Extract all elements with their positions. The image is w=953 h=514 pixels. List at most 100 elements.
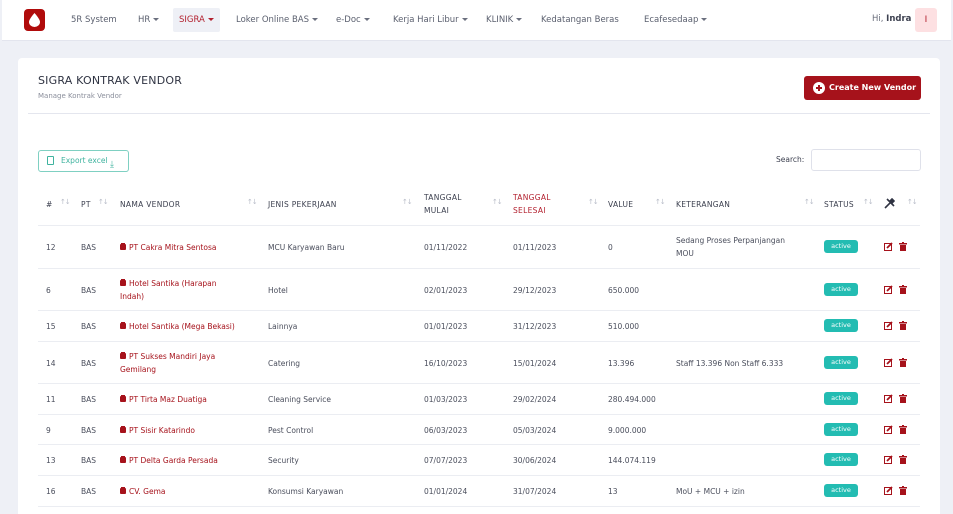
col-header-note[interactable]: KETERANGAN (676, 198, 730, 211)
status-badge: active (824, 422, 858, 436)
sort-icon[interactable]: ↑↓ (863, 198, 874, 206)
note-line2: MOU (676, 249, 694, 258)
chevron-down-icon (516, 18, 523, 21)
trash-icon[interactable] (899, 321, 907, 330)
nav-ecafesedaap[interactable]: Ecafesedaap (638, 8, 713, 32)
vendor-link[interactable]: PT Cakra Mitra Sentosa (120, 241, 245, 254)
edit-icon[interactable] (884, 455, 893, 464)
col-header-end[interactable]: TANGGAL SELESAI (513, 191, 551, 217)
app-logo[interactable] (24, 9, 45, 31)
nav-kedatangan-beras[interactable]: Kedatangan Beras (535, 8, 625, 32)
building-icon (120, 351, 126, 359)
vendor-name-line2: Gemilang (120, 364, 157, 374)
sort-icon[interactable]: ↑↓ (402, 198, 413, 206)
create-new-vendor-button[interactable]: Create New Vendor (804, 76, 921, 100)
col-header-vendor[interactable]: NAMA VENDOR (120, 198, 180, 211)
col-header-job[interactable]: JENIS PEKERJAAN (268, 198, 337, 211)
col-header-no[interactable]: # (46, 198, 53, 211)
cell-pt: BAS (81, 358, 97, 368)
cell-value: 13.396 (608, 358, 635, 368)
sort-icon[interactable]: ↑↓ (804, 198, 815, 206)
search-input[interactable] (811, 149, 921, 171)
cell-end-date: 05/03/2024 (513, 425, 557, 435)
col-header-status[interactable]: STATUS (824, 198, 854, 211)
trash-icon[interactable] (899, 486, 907, 495)
cell-no: 15 (46, 322, 56, 331)
avatar[interactable]: I (915, 8, 937, 32)
cell-end-date: 29/02/2024 (513, 395, 557, 404)
vendor-name-line1: Hotel Santika (Mega Bekasi) (129, 322, 235, 331)
nav-sigra[interactable]: SIGRA (173, 8, 220, 32)
cell-no: 14 (46, 358, 56, 368)
cell-job: Cleaning Service (268, 395, 331, 404)
vendor-link[interactable]: PT Sukses Mandiri Jaya Gemilang (120, 350, 245, 376)
col-header-end-line1: TANGGAL (513, 193, 551, 202)
status-badge: active (824, 282, 858, 296)
nav-loker-online-bas[interactable]: Loker Online BAS (230, 8, 324, 32)
drop-icon (29, 13, 40, 27)
cell-start-date: 07/07/2023 (424, 456, 468, 465)
sort-icon[interactable]: ↑↓ (588, 198, 599, 206)
sort-icon[interactable]: ↑↓ (60, 198, 71, 206)
vendor-name-line1: PT Sukses Mandiri Jaya (129, 351, 216, 361)
edit-icon[interactable] (884, 242, 893, 251)
trash-icon[interactable] (899, 284, 907, 294)
col-header-pt[interactable]: PT (81, 198, 91, 211)
sort-icon[interactable]: ↑↓ (907, 198, 918, 206)
trash-icon[interactable] (899, 357, 907, 367)
export-button-label: Export excel (61, 156, 108, 165)
user-name: Indra (886, 14, 912, 24)
cell-no: 11 (46, 395, 56, 404)
col-header-start[interactable]: TANGGAL MULAI (424, 191, 462, 217)
cell-value: 510.000 (608, 322, 640, 331)
col-header-value[interactable]: VALUE (608, 198, 633, 211)
export-excel-button[interactable]: Export excel ⤓ (38, 150, 129, 172)
trash-icon[interactable] (899, 242, 907, 251)
edit-icon[interactable] (884, 284, 893, 294)
vendor-link[interactable]: Hotel Santika (Mega Bekasi) (120, 320, 245, 333)
sort-icon[interactable]: ↑↓ (247, 198, 258, 206)
vendor-link[interactable]: PT Delta Garda Persada (120, 454, 245, 467)
building-icon (120, 278, 126, 286)
row-divider (38, 383, 920, 384)
vendor-link[interactable]: Hotel Santika (Harapan Indah) (120, 277, 245, 303)
vendor-name-line1: PT Sisir Katarindo (129, 425, 195, 435)
sort-icon[interactable]: ↑↓ (98, 198, 109, 206)
nav-e-doc[interactable]: e-Doc (330, 8, 376, 32)
edit-icon[interactable] (884, 486, 893, 495)
cell-end-date: 31/07/2024 (513, 487, 557, 496)
vendor-link[interactable]: PT Sisir Katarindo (120, 424, 245, 437)
row-divider (38, 341, 920, 342)
sort-icon[interactable]: ↑↓ (492, 198, 503, 206)
nav-5r-system[interactable]: 5R System (65, 8, 123, 32)
cell-job: Lainnya (268, 322, 298, 331)
vendor-link[interactable]: PT Tirta Maz Duatiga (120, 393, 245, 406)
cell-no: 12 (46, 243, 56, 252)
building-icon (120, 322, 126, 329)
nav-kerja-hari-libur[interactable]: Kerja Hari Libur (387, 8, 474, 32)
edit-icon[interactable] (884, 321, 893, 330)
trash-icon[interactable] (899, 455, 907, 464)
edit-icon[interactable] (884, 357, 893, 367)
edit-icon[interactable] (884, 424, 893, 434)
download-icon: ⤓ (110, 160, 114, 170)
edit-icon[interactable] (884, 394, 893, 403)
nav-klinik[interactable]: KLINIK (480, 8, 528, 32)
note-line1: Sedang Proses Perpanjangan (676, 236, 785, 245)
sort-icon[interactable]: ↑↓ (655, 198, 666, 206)
cell-pt: BAS (81, 487, 97, 496)
cell-note: Staff 13.396 Non Staff 6.333 (676, 357, 806, 370)
cell-note: MoU + MCU + izin (676, 485, 806, 498)
building-icon (120, 487, 126, 494)
cell-job: Pest Control (268, 425, 314, 435)
vendor-name-line1: PT Cakra Mitra Sentosa (129, 243, 217, 252)
cell-no: 6 (46, 285, 51, 295)
cell-pt: BAS (81, 425, 97, 435)
cell-start-date: 06/03/2023 (424, 425, 468, 435)
cell-start-date: 01/11/2022 (424, 243, 468, 252)
trash-icon[interactable] (899, 424, 907, 434)
col-header-end-line2: SELESAI (513, 206, 546, 215)
trash-icon[interactable] (899, 394, 907, 403)
nav-hr[interactable]: HR (132, 8, 165, 32)
vendor-link[interactable]: CV. Gema (120, 485, 245, 498)
